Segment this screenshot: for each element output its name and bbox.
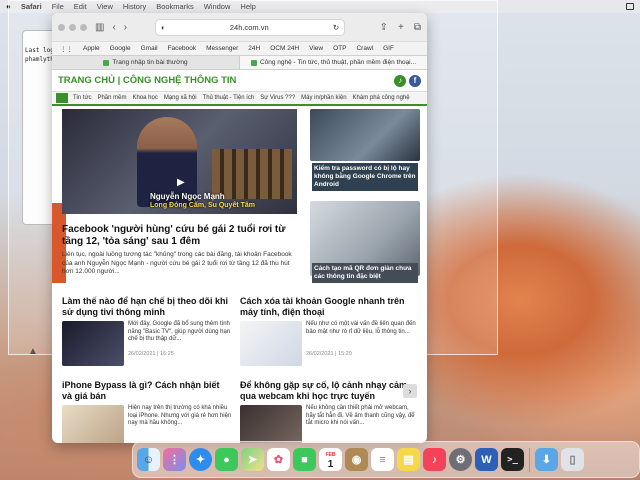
launchpad-icon[interactable]: ⋮ xyxy=(163,448,186,471)
article-title[interactable]: Cách xóa tài khoản Google nhanh trên máy… xyxy=(240,296,420,318)
hero-caption-sub: Long Đóng Cấm, Su Quyết Tâm xyxy=(150,202,256,209)
nav-item[interactable]: Phần mềm xyxy=(94,93,129,103)
play-icon[interactable]: ▶ xyxy=(177,177,189,189)
system-preferences-icon[interactable]: ⚙ xyxy=(449,448,472,471)
screen-mirroring-icon[interactable] xyxy=(626,3,634,10)
side-story-title[interactable]: Kiểm tra password có bị lộ hay không bằn… xyxy=(312,163,418,191)
article-summary: Nếu không cần thiết phải mở webcam, hãy … xyxy=(306,405,415,426)
home-icon[interactable] xyxy=(56,93,68,103)
nav-item[interactable]: Khám phá công nghệ xyxy=(350,93,413,103)
favorite-item[interactable]: Crawl xyxy=(356,45,373,52)
tab-label: Công nghệ - Tin tức, thủ thuật, phần mềm… xyxy=(259,59,417,66)
tab-label: Trang nhập tin bài thường xyxy=(112,59,188,66)
nav-item[interactable]: Tin tức xyxy=(70,93,94,103)
nav-item[interactable]: Máy in/phần kiện xyxy=(298,93,349,103)
privacy-shield-icon: ◐ xyxy=(161,22,166,32)
url-text: 24h.com.vn xyxy=(229,22,269,32)
article-title[interactable]: Để không gặp sự cố, lộ cảnh nhạy cảm qua… xyxy=(240,380,410,402)
hero-caption-name: Nguyễn Ngọc Mạnh xyxy=(150,192,225,201)
safari-icon[interactable]: ✦ xyxy=(189,448,212,471)
article-summary: Nếu như có một vài vấn đề liên quan đến … xyxy=(306,321,416,335)
address-bar[interactable]: ◐ 24h.com.vn ↻ xyxy=(155,18,346,36)
reminders-icon[interactable]: ≡ xyxy=(371,448,394,471)
tab-trang-nhap[interactable]: Trang nhập tin bài thường xyxy=(52,56,239,69)
back-arrow-icon[interactable]: ‹ xyxy=(112,22,115,33)
nav-item[interactable]: Mạng xã hội xyxy=(161,93,200,103)
messages-icon[interactable]: ● xyxy=(215,448,238,471)
article-date: 26/02/2021 | 15:20 xyxy=(306,351,352,357)
trash-icon[interactable]: ▯ xyxy=(561,448,584,471)
notes-icon[interactable]: ▤ xyxy=(397,448,420,471)
finder-icon[interactable]: ☺ xyxy=(137,448,160,471)
hero-video[interactable]: ▶ Nguyễn Ngọc Mạnh Long Đóng Cấm, Su Quy… xyxy=(62,109,297,214)
music-icon[interactable]: ♪ xyxy=(423,448,446,471)
reload-icon[interactable]: ↻ xyxy=(333,23,339,32)
favorite-item[interactable]: Messenger xyxy=(206,45,238,52)
article-thumbnail[interactable] xyxy=(240,405,302,443)
article-summary: Mới đây, Google đã bổ sung thêm tính năn… xyxy=(128,321,231,342)
slide-marker-icon: ▲ xyxy=(28,346,38,357)
maps-icon[interactable]: ➤ xyxy=(241,448,264,471)
tab-bar: Trang nhập tin bài thường Công nghệ - Ti… xyxy=(52,55,427,70)
favorite-item[interactable]: OTP xyxy=(333,45,346,52)
new-tab-icon[interactable]: + xyxy=(398,22,404,33)
photos-icon[interactable]: ✿ xyxy=(267,448,290,471)
downloads-folder-icon[interactable]: ⬇ xyxy=(535,448,558,471)
calendar-icon[interactable]: FEB 1 xyxy=(319,448,342,471)
favorite-item[interactable]: Facebook xyxy=(168,45,197,52)
site-favicon-icon xyxy=(103,59,110,66)
article-thumbnail[interactable] xyxy=(62,405,124,443)
article-summary: Hiện nay trên thị trường có khá nhiều lo… xyxy=(128,405,232,426)
article-thumbnail[interactable] xyxy=(240,321,302,366)
nav-item[interactable]: Sự Virus ??? xyxy=(257,93,298,103)
hero-summary: Liên tục, ngoài luồng tương tác "khủng" … xyxy=(62,251,292,275)
article-title[interactable]: Làm thế nào để hạn chế bị theo dõi khi s… xyxy=(62,296,232,318)
nav-item[interactable]: Khoa học xyxy=(129,93,160,103)
favorite-item[interactable]: OCM 24H xyxy=(270,45,299,52)
terminal-icon[interactable]: >_ xyxy=(501,448,524,471)
dock-separator xyxy=(529,447,530,472)
browser-toolbar: ▥ ‹ › ◐ 24h.com.vn ↻ ⇪ + ⧉ xyxy=(52,13,427,41)
minimize-window-button[interactable] xyxy=(69,23,76,31)
nav-item[interactable]: Thủ thuật - Tiện ích xyxy=(200,93,258,103)
sidebar-toggle-icon[interactable]: ▥ xyxy=(95,22,104,33)
favorite-item[interactable]: View xyxy=(309,45,323,52)
word-icon[interactable]: W xyxy=(475,448,498,471)
favorite-item[interactable]: 24H xyxy=(248,45,260,52)
favorite-item[interactable]: Apple xyxy=(83,45,100,52)
site-header: TRANG CHỦ | CÔNG NGHỆ THÔNG TIN ♪ f xyxy=(52,70,427,92)
close-window-button[interactable] xyxy=(58,23,65,31)
rss-icon[interactable]: ♪ xyxy=(394,74,406,87)
share-icon[interactable]: ⇪ xyxy=(380,22,388,33)
article-date: 26/02/2021 | 16:25 xyxy=(128,351,174,357)
contacts-icon[interactable]: ◉ xyxy=(345,448,368,471)
calendar-day: 1 xyxy=(327,458,334,470)
article-title[interactable]: iPhone Bypass là gì? Cách nhận biết và g… xyxy=(62,380,232,402)
category-nav: Tin tức Phần mềm Khoa học Mạng xã hội Th… xyxy=(52,92,427,106)
facebook-icon[interactable]: f xyxy=(409,74,421,87)
site-favicon-icon xyxy=(250,59,257,66)
scroll-next-icon[interactable]: › xyxy=(403,384,417,398)
safari-window[interactable]: ▥ ‹ › ◐ 24h.com.vn ↻ ⇪ + ⧉ ⋮⋮ Apple Goog… xyxy=(52,13,427,443)
facetime-icon[interactable]: ■ xyxy=(293,448,316,471)
zoom-window-button[interactable] xyxy=(80,23,87,31)
forward-arrow-icon[interactable]: › xyxy=(124,22,127,33)
article-thumbnail[interactable] xyxy=(62,321,124,366)
dock: ☺ ⋮ ✦ ● ➤ ✿ ■ FEB 1 ◉ ≡ ▤ ♪ ⚙ W >_ ⬇ ▯ xyxy=(132,441,640,478)
tab-overview-icon[interactable]: ⧉ xyxy=(414,22,421,33)
hero-headline[interactable]: Facebook 'người hùng' cứu bé gái 2 tuổi … xyxy=(62,224,297,248)
side-story-title[interactable]: Cách tạo mã QR đơn giản chưa các thông t… xyxy=(312,263,418,283)
favorite-item[interactable]: GIF xyxy=(383,45,394,52)
site-section-title[interactable]: TRANG CHỦ | CÔNG NGHỆ THÔNG TIN xyxy=(58,75,236,86)
favorite-item[interactable]: Gmail xyxy=(141,45,158,52)
favorites-bar: ⋮⋮ Apple Google Gmail Facebook Messenger… xyxy=(52,41,427,55)
tab-cong-nghe[interactable]: Công nghệ - Tin tức, thủ thuật, phần mềm… xyxy=(239,56,427,69)
favorites-grid-icon[interactable]: ⋮⋮ xyxy=(60,45,73,53)
side-story-image[interactable] xyxy=(310,109,420,161)
favorite-item[interactable]: Google xyxy=(110,45,131,52)
